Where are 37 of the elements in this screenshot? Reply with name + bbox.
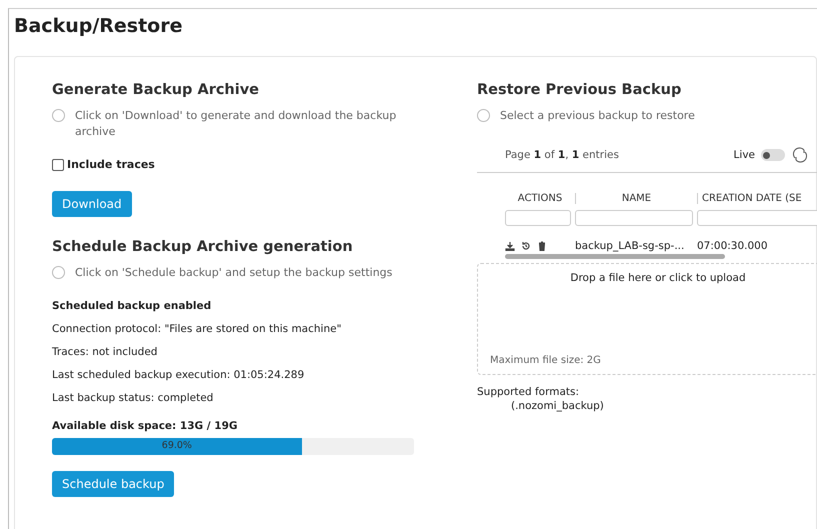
restore-icon[interactable] <box>521 241 531 251</box>
live-label: Live <box>734 149 755 161</box>
column-header[interactable]: ACTIONS <box>505 193 571 204</box>
column-filter-field[interactable] <box>505 210 571 226</box>
column-header[interactable]: CREATION DATE (SE <box>697 193 817 204</box>
schedule-detail: Last scheduled backup execution: 01:05:24.289 <box>52 369 306 381</box>
checkbox-label: Include traces <box>67 158 155 171</box>
max-file-size: Maximum file size: 2G <box>490 355 602 366</box>
info-text: Click on 'Download' to generate and download the backup archive <box>75 108 398 140</box>
info-text: Select a previous backup to restore <box>500 108 696 124</box>
column-filter-field[interactable] <box>575 210 693 226</box>
schedule-status: Scheduled backup enabled <box>52 300 212 312</box>
download-icon[interactable] <box>505 241 515 251</box>
disk-space-label: Available disk space: 13G / 19G <box>52 420 239 432</box>
formats-label: Supported formats: <box>477 386 580 398</box>
schedule-detail: Traces: not included <box>52 346 158 358</box>
include-traces-checkbox[interactable] <box>52 158 64 170</box>
table-cell-text: 07:00:30.000 <box>697 239 769 254</box>
disk-usage-reading: 69.0% <box>160 440 193 451</box>
schedule-detail: Last backup status: completed <box>52 392 214 404</box>
pagination-text: Page 1 of 1, 1 entries <box>505 149 619 161</box>
schedule-detail: Connection protocol: "Files are stored on this machine" <box>52 323 342 335</box>
section-title: Schedule Backup Archive generation <box>52 239 354 255</box>
upload-dropzone[interactable]: Drop a file here or click to upload Maximum file size: 2G <box>477 263 817 375</box>
trash-icon[interactable] <box>537 241 547 251</box>
page-title: Backup/Restore <box>14 15 184 37</box>
refresh-icon[interactable] <box>791 146 809 164</box>
live-toggle[interactable] <box>761 149 785 161</box>
info-text: Click on 'Schedule backup' and setup the backup settings <box>75 265 394 281</box>
column-filter-field[interactable] <box>697 210 817 226</box>
formats-text: (.nozomi_backup) <box>510 400 605 412</box>
scrollbar[interactable] <box>505 254 725 259</box>
section-title: Generate Backup Archive <box>52 82 260 98</box>
section-title: Restore Previous Backup <box>477 82 682 98</box>
column-header[interactable]: NAME <box>575 193 693 204</box>
table-cell-text: backup_LAB-sg-sp-... <box>575 239 686 254</box>
upload-prompt: Drop a file here or click to upload <box>569 272 747 284</box>
